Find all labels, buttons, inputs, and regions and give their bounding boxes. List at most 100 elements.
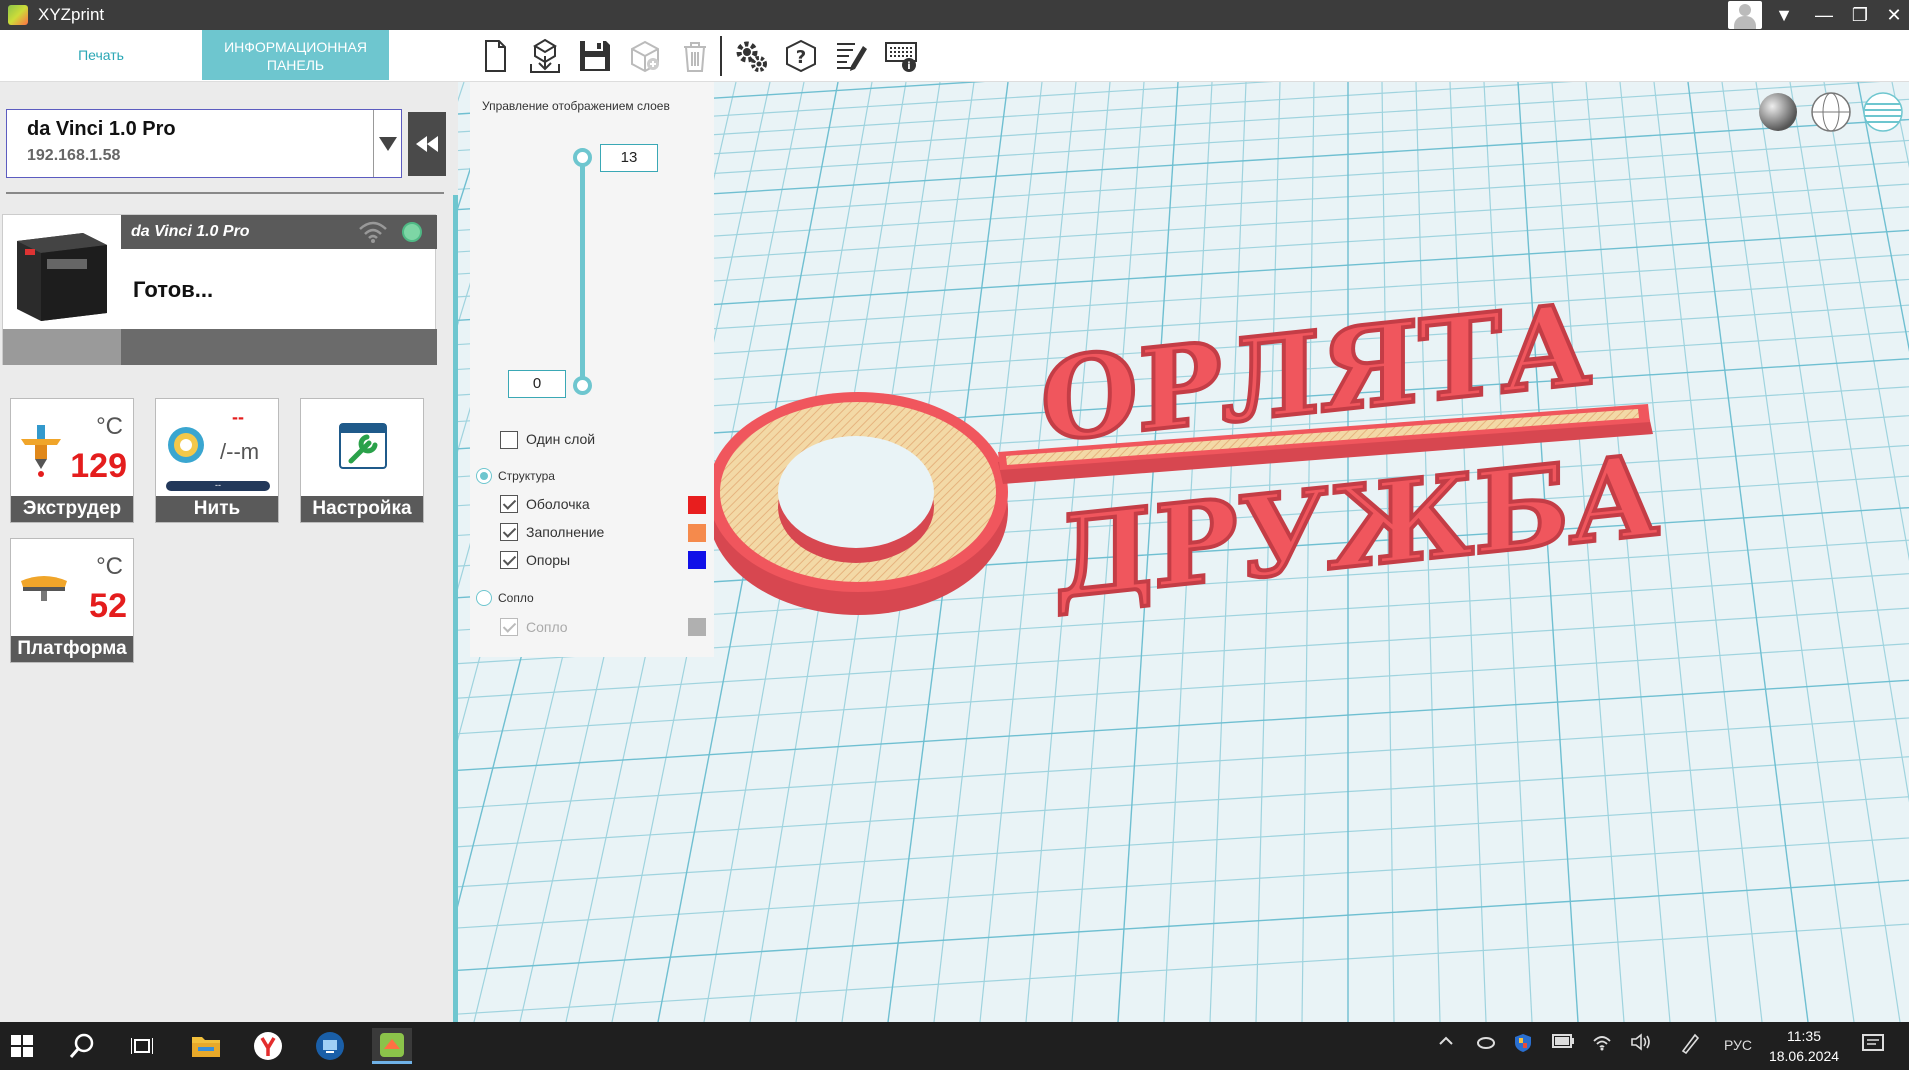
extruder-tile[interactable]: °C 129 Экструдер bbox=[10, 398, 134, 523]
wifi-icon bbox=[359, 221, 387, 243]
close-button[interactable]: ✕ bbox=[1874, 0, 1909, 30]
filament-progress-bar: -- bbox=[166, 481, 270, 491]
settings-wrench-icon bbox=[339, 423, 387, 469]
layer-slider-top-handle[interactable] bbox=[573, 148, 592, 167]
infill-label: Заполнение bbox=[526, 524, 605, 540]
taskbar: РУС 11:35 18.06.2024 bbox=[0, 1022, 1909, 1070]
pen-icon[interactable] bbox=[1680, 1032, 1700, 1057]
tab-dashboard-label-1: ИНФОРМАЦИОННАЯ bbox=[224, 39, 367, 55]
start-windows-icon[interactable] bbox=[2, 1028, 42, 1064]
printer-dropdown-arrow-icon[interactable] bbox=[373, 110, 401, 177]
title-bar: XYZprint ▼ — ❐ ✕ bbox=[0, 0, 1909, 30]
selected-printer-ip: 192.168.1.58 bbox=[27, 147, 121, 164]
tab-dashboard[interactable]: ИНФОРМАЦИОННАЯ ПАНЕЛЬ bbox=[202, 30, 389, 80]
bottom-layer-input[interactable]: 0 bbox=[508, 370, 566, 398]
onedrive-icon[interactable] bbox=[1476, 1034, 1496, 1053]
user-icon[interactable] bbox=[1728, 1, 1762, 29]
settings-label: Настройка bbox=[301, 496, 423, 522]
extruder-temp: 129 bbox=[70, 447, 127, 485]
notifications-icon[interactable] bbox=[1862, 1034, 1884, 1057]
settings-tile[interactable]: Настройка bbox=[300, 398, 424, 523]
printer-card-footer-left bbox=[3, 329, 121, 365]
solid-view-icon[interactable] bbox=[1759, 93, 1797, 131]
nozzle-radio[interactable] bbox=[476, 590, 492, 606]
xyzprint-taskbar-icon[interactable] bbox=[372, 1028, 412, 1064]
svg-text:?: ? bbox=[796, 47, 806, 68]
help-icon[interactable]: ? bbox=[780, 35, 822, 77]
search-icon[interactable] bbox=[62, 1028, 102, 1064]
filament-length: /--m bbox=[220, 439, 260, 464]
printer-selector[interactable]: da Vinci 1.0 Pro 192.168.1.58 bbox=[6, 109, 402, 178]
import-model-icon[interactable] bbox=[524, 35, 566, 77]
clock[interactable]: 11:35 18.06.2024 bbox=[1768, 1026, 1840, 1066]
edit-notes-icon[interactable] bbox=[830, 35, 872, 77]
add-object-icon[interactable] bbox=[624, 35, 666, 77]
structure-radio[interactable] bbox=[476, 468, 492, 484]
single-layer-checkbox[interactable] bbox=[500, 431, 518, 449]
shell-checkbox[interactable] bbox=[500, 495, 518, 513]
task-view-icon[interactable] bbox=[122, 1028, 162, 1064]
printer-thumbnail bbox=[3, 215, 121, 329]
layer-display-panel: Управление отображением слоев 13 0 Один … bbox=[470, 82, 714, 657]
view-mode-buttons bbox=[1759, 92, 1903, 132]
supports-checkbox[interactable] bbox=[500, 551, 518, 569]
left-panel-scrollbar[interactable] bbox=[453, 195, 458, 1022]
show-hidden-icons-chevron-icon[interactable] bbox=[1438, 1032, 1454, 1053]
remote-desktop-icon[interactable] bbox=[310, 1028, 350, 1064]
printer-info-icon[interactable]: i bbox=[880, 35, 922, 77]
platform-icon bbox=[21, 576, 67, 601]
selected-printer-name: da Vinci 1.0 Pro bbox=[27, 118, 176, 140]
wireframe-view-icon[interactable] bbox=[1811, 92, 1851, 132]
nozzle-color-swatch bbox=[688, 618, 706, 636]
network-wifi-icon[interactable] bbox=[1592, 1033, 1612, 1054]
security-shield-icon[interactable] bbox=[1514, 1033, 1532, 1056]
printer-status-text: Готов... bbox=[133, 277, 214, 302]
platform-label: Платформа bbox=[11, 636, 133, 662]
top-layer-input[interactable]: 13 bbox=[600, 144, 658, 172]
platform-temp: 52 bbox=[89, 587, 127, 625]
shell-color-swatch bbox=[688, 496, 706, 514]
extruder-icon bbox=[21, 425, 61, 477]
info-panel: da Vinci 1.0 Pro 192.168.1.58 da Vinci 1… bbox=[0, 82, 452, 1022]
structure-label: Структура bbox=[498, 469, 555, 483]
nozzle-checkbox[interactable] bbox=[500, 618, 518, 636]
printer-status-card[interactable]: da Vinci 1.0 Pro Готов... bbox=[2, 214, 437, 365]
filament-tile[interactable]: -- /--m -- Нить bbox=[155, 398, 279, 523]
layer-slider-bottom-handle[interactable] bbox=[573, 376, 592, 395]
yandex-browser-icon[interactable] bbox=[248, 1028, 288, 1064]
layer-view-icon[interactable] bbox=[1863, 92, 1903, 132]
printer-card-name: da Vinci 1.0 Pro bbox=[121, 215, 437, 249]
connection-status-dot bbox=[402, 222, 422, 242]
filament-progress-label: -- bbox=[215, 480, 221, 490]
tab-print[interactable]: Печать bbox=[0, 30, 202, 80]
nozzle-label: Сопло bbox=[526, 619, 568, 635]
panel-divider bbox=[6, 192, 444, 194]
double-chevron-left-icon bbox=[416, 136, 438, 152]
filament-spool-icon bbox=[168, 427, 204, 463]
minimize-button[interactable]: — bbox=[1804, 0, 1844, 30]
save-icon[interactable] bbox=[574, 35, 616, 77]
app-icon bbox=[8, 5, 28, 25]
volume-icon[interactable] bbox=[1630, 1033, 1652, 1054]
new-file-icon[interactable] bbox=[474, 35, 516, 77]
nozzle-group-label: Сопло bbox=[498, 591, 534, 605]
input-language[interactable]: РУС bbox=[1724, 1037, 1752, 1053]
svg-text:i: i bbox=[907, 61, 910, 72]
delete-icon[interactable] bbox=[674, 35, 716, 77]
extruder-label: Экструдер bbox=[11, 496, 133, 522]
platform-tile[interactable]: °C 52 Платформа bbox=[10, 538, 134, 663]
collapse-panel-button[interactable] bbox=[408, 112, 446, 176]
window-title: XYZprint bbox=[38, 5, 105, 24]
toolbar-separator bbox=[720, 36, 722, 76]
tab-dashboard-label-2: ПАНЕЛЬ bbox=[266, 57, 325, 73]
file-explorer-icon[interactable] bbox=[186, 1028, 226, 1064]
battery-icon[interactable] bbox=[1552, 1034, 1574, 1051]
account-menu-chevron-icon[interactable]: ▼ bbox=[1764, 0, 1804, 30]
supports-label: Опоры bbox=[526, 552, 571, 568]
clock-time: 11:35 bbox=[1787, 1028, 1821, 1044]
toolbar: Печать ИНФОРМАЦИОННАЯ ПАНЕЛЬ ? i bbox=[0, 30, 1909, 82]
infill-checkbox[interactable] bbox=[500, 523, 518, 541]
layer-panel-title: Управление отображением слоев bbox=[482, 99, 670, 113]
layer-slider-track[interactable] bbox=[580, 156, 585, 384]
settings-gears-icon[interactable] bbox=[730, 35, 772, 77]
